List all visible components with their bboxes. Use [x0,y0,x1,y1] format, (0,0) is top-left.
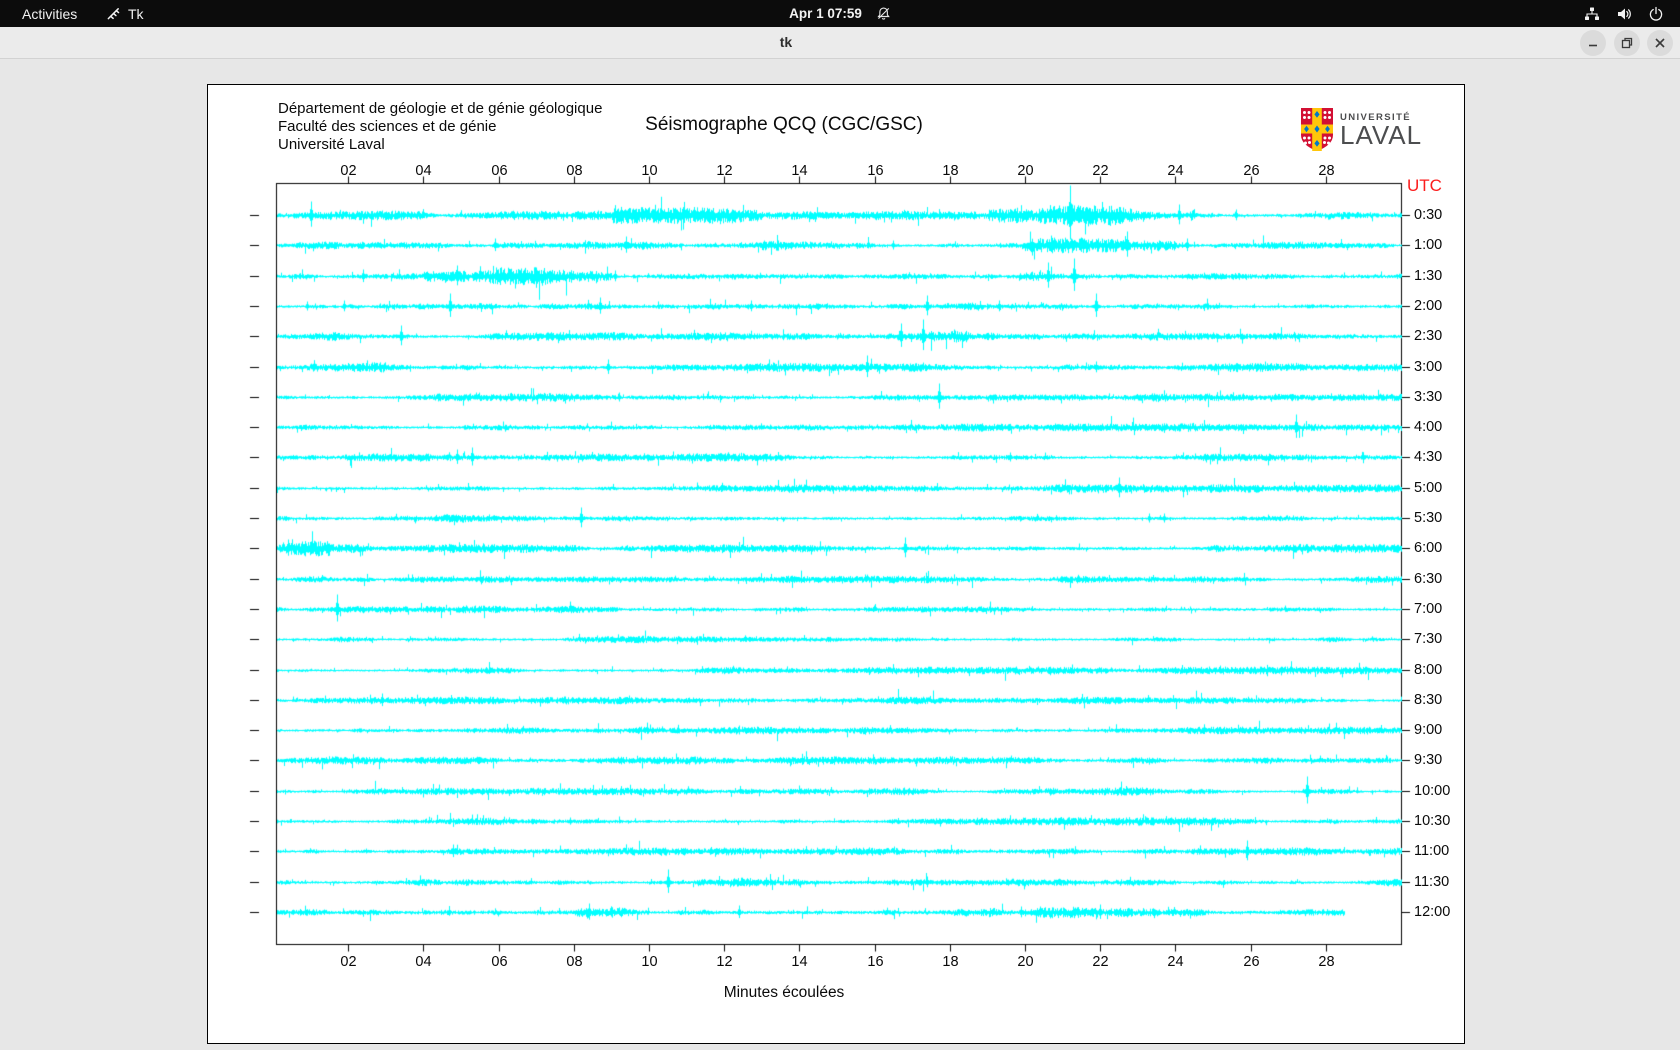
focused-app-name: Tk [128,5,144,22]
x-tick-label-bottom: 02 [340,954,357,970]
power-icon [1648,6,1664,22]
x-tick-label-top: 12 [716,163,733,179]
x-tick-label-bottom: 04 [415,954,432,970]
utc-time-label: 0:30 [1414,206,1443,223]
x-tick-label-bottom: 06 [491,954,508,970]
utc-time-label: 10:30 [1414,812,1451,829]
activities-label: Activities [22,5,78,22]
header-line-2: Faculté des sciences et de génie [278,118,497,135]
utc-time-label: 2:30 [1414,327,1443,344]
x-tick-label-top: 04 [415,163,432,179]
clock-text: Apr 1 07:59 [789,6,862,21]
utc-time-label: 10:00 [1414,782,1451,799]
x-tick-label-top: 28 [1318,163,1335,179]
x-tick-label-bottom: 28 [1318,954,1335,970]
x-tick-label-top: 20 [1017,163,1034,179]
x-tick-label-bottom: 26 [1243,954,1260,970]
utc-time-label: 9:00 [1414,721,1443,738]
x-tick-label-bottom: 24 [1167,954,1184,970]
x-tick-label-top: 22 [1092,163,1109,179]
window-title: tk [779,34,793,50]
utc-time-label: 8:30 [1414,691,1443,708]
header-line-1: Département de géologie et de génie géol… [278,100,603,117]
network-wired-icon [1584,6,1600,22]
close-button[interactable] [1647,30,1673,56]
utc-time-label: 1:30 [1414,267,1443,284]
x-tick-label-bottom: 10 [641,954,658,970]
laval-wordmark: UNIVERSITÉ LAVAL [1340,112,1423,150]
window-titlebar[interactable]: tk [0,27,1680,59]
utc-time-label: 8:00 [1414,661,1443,678]
notifications-disabled-icon [876,6,891,21]
utc-time-label: 4:00 [1414,418,1443,435]
utc-time-label: 4:30 [1414,448,1443,465]
x-tick-label-bottom: 12 [716,954,733,970]
header-line-3: Université Laval [278,136,385,153]
utc-time-label: 11:00 [1414,842,1450,859]
utc-time-label: 7:30 [1414,630,1443,647]
x-tick-label-bottom: 14 [791,954,808,970]
x-tick-label-bottom: 22 [1092,954,1109,970]
tk-feather-icon [106,6,121,21]
volume-icon [1616,6,1632,22]
utc-time-label: 5:30 [1414,509,1443,526]
activities-button[interactable]: Activities [18,0,81,27]
x-tick-label-bottom: 08 [566,954,583,970]
utc-time-label: 1:00 [1414,236,1443,253]
logo-laval-text: LAVAL [1340,120,1423,150]
x-tick-label-bottom: 16 [867,954,884,970]
utc-time-label: 11:30 [1414,873,1450,890]
x-tick-label-top: 16 [867,163,884,179]
utc-time-label: 6:30 [1414,570,1443,587]
seismogram-plot-canvas [208,85,1464,1043]
x-tick-label-bottom: 20 [1017,954,1034,970]
minimize-button[interactable] [1580,30,1606,56]
x-axis-title: Minutes écoulées [723,984,845,1001]
focused-app-menu[interactable]: Tk [106,0,144,27]
utc-time-label: 6:00 [1414,539,1443,556]
x-tick-label-top: 26 [1243,163,1260,179]
utc-time-label: 5:00 [1414,479,1443,496]
x-tick-label-top: 18 [942,163,959,179]
universite-laval-logo: UNIVERSITÉ LAVAL [1300,107,1422,157]
gnome-top-bar: Activities Tk Apr 1 07:59 [0,0,1680,27]
utc-time-label: 3:30 [1414,388,1443,405]
clock-menu[interactable]: Apr 1 07:59 [789,0,891,27]
utc-time-label: 3:00 [1414,358,1443,375]
seismograph-panel: Département de géologie et de génie géol… [207,84,1465,1044]
utc-time-label: 9:30 [1414,751,1443,768]
chart-title: Séismographe QCQ (CGC/GSC) [645,114,923,135]
x-tick-label-bottom: 18 [942,954,959,970]
x-tick-label-top: 02 [340,163,357,179]
utc-axis-label: UTC [1407,176,1442,195]
x-tick-label-top: 24 [1167,163,1184,179]
x-tick-label-top: 08 [566,163,583,179]
system-status-area[interactable] [1584,0,1664,27]
utc-time-label: 7:00 [1414,600,1443,617]
utc-time-label: 2:00 [1414,297,1443,314]
laval-shield-icon [1300,107,1334,157]
maximize-button[interactable] [1614,30,1640,56]
x-tick-label-top: 06 [491,163,508,179]
utc-time-label: 12:00 [1414,903,1451,920]
x-tick-label-top: 14 [791,163,808,179]
institution-header: Département de géologie et de génie géol… [278,100,602,154]
x-tick-label-top: 10 [641,163,658,179]
